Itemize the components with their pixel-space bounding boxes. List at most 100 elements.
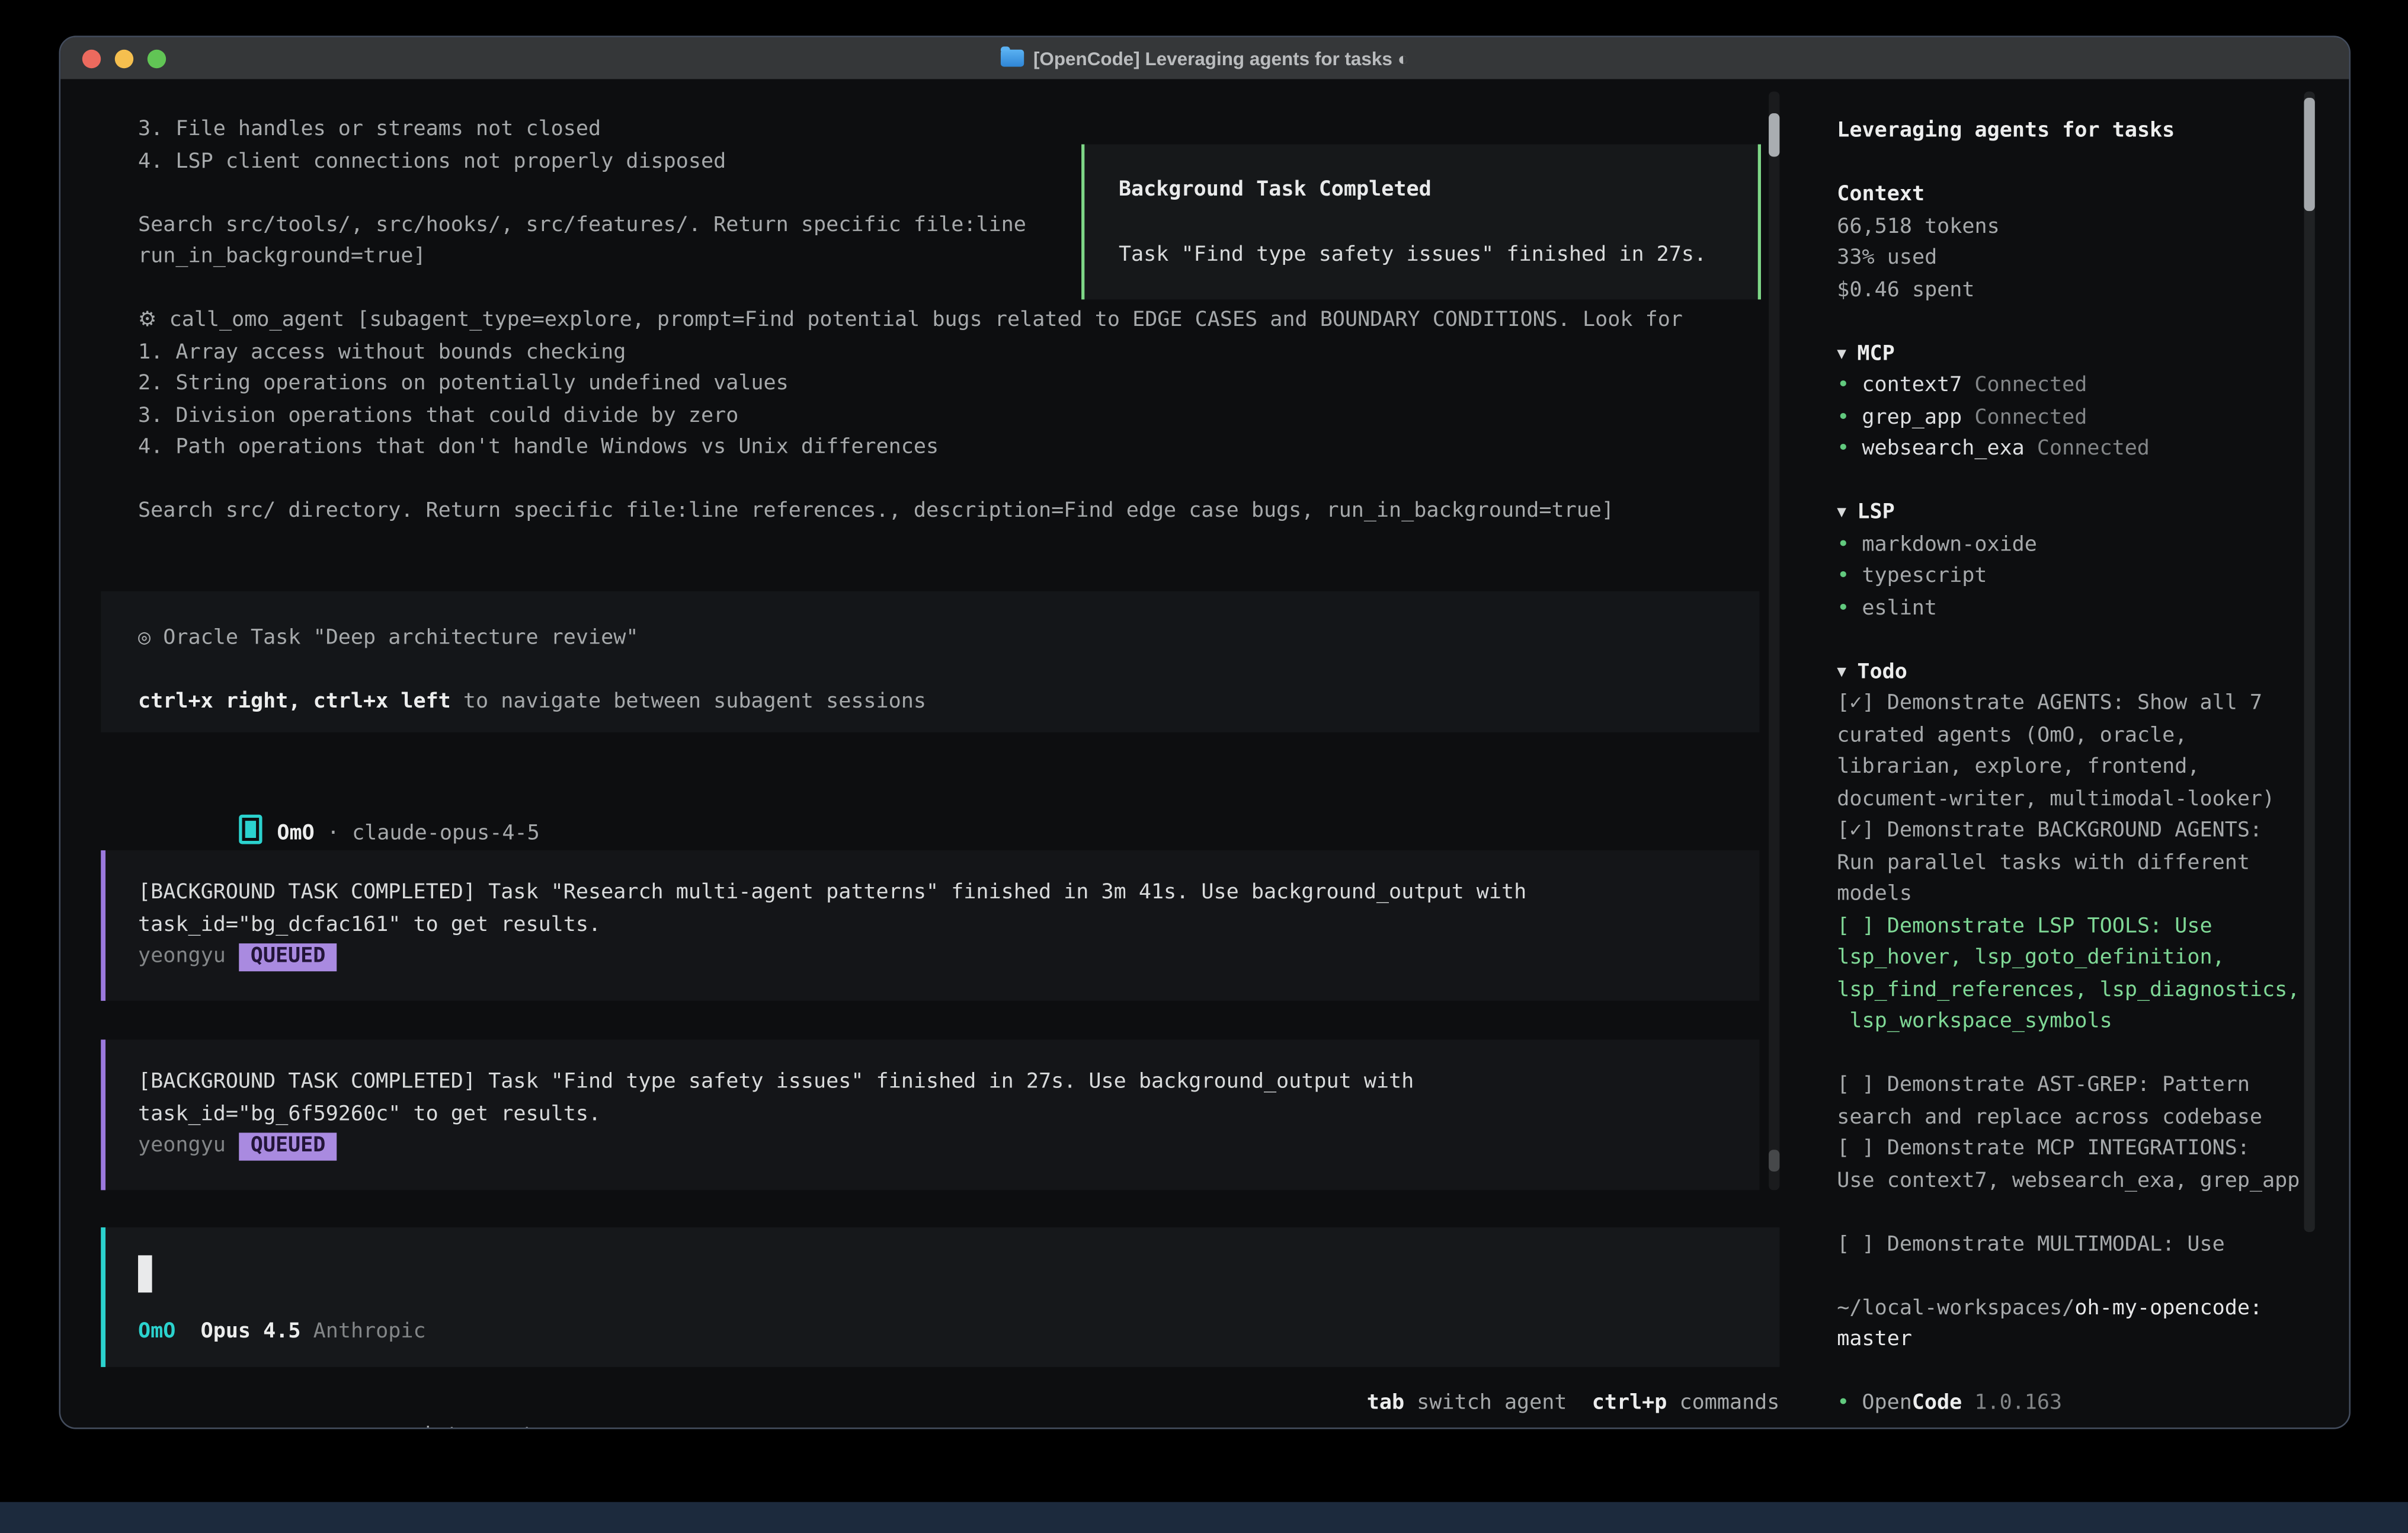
- context-section: Context 66,518 tokens 33% used $0.46 spe…: [1837, 180, 2339, 308]
- mcp-section: ▼MCP •context7 Connected •grep_app Conne…: [1837, 339, 2339, 466]
- chevron-down-icon: ▼: [1837, 504, 1846, 521]
- mcp-item: •context7 Connected: [1837, 371, 2339, 403]
- lsp-item: •markdown-oxide: [1837, 530, 2339, 562]
- esc-key-hint: esc: [347, 1425, 422, 1429]
- tab-key-hint: tab: [1367, 1392, 1417, 1415]
- folder-icon: [1001, 50, 1024, 67]
- traffic-lights: [82, 37, 166, 79]
- blank-line: [138, 465, 1683, 497]
- agent-name: OmO: [277, 821, 314, 844]
- background-task-toast: Background Task Completed Task "Find typ…: [1081, 145, 1761, 300]
- zoom-window-button[interactable]: [148, 49, 166, 67]
- lsp-item: •eslint: [1837, 594, 2339, 626]
- oracle-task-box: ◎ Oracle Task "Deep architecture review"…: [101, 591, 1759, 732]
- background-task-message: [BACKGROUND TASK COMPLETED] Task "Find t…: [101, 1039, 1759, 1190]
- task-message-line: task_id="bg_6f59260c" to get results.: [138, 1099, 1727, 1131]
- desktop: [OpenCode] Leveraging agents for tasks ◐…: [0, 0, 2408, 1533]
- toast-message: Task "Find type safety issues" finished …: [1119, 240, 1724, 272]
- tool-call-item: 1. Array access without bounds checking: [138, 338, 1683, 370]
- close-window-button[interactable]: [82, 49, 101, 67]
- window-titlebar[interactable]: [OpenCode] Leveraging agents for tasks ◐: [60, 37, 2349, 81]
- sidebar-scrollbar-track[interactable]: [2304, 91, 2314, 1232]
- todo-item-pending: [ ] Demonstrate MULTIMODAL: Use: [1837, 1230, 2339, 1262]
- context-tokens: 66,518 tokens: [1837, 212, 2339, 244]
- dot-icon: •: [1837, 406, 1849, 429]
- transcript-line: [138, 178, 1026, 210]
- dot-icon: •: [1837, 565, 1849, 588]
- transcript-line: 3. File handles or streams not closed: [138, 115, 1026, 147]
- record-icon: ◎: [138, 627, 150, 650]
- tool-call-block: ⚙ call_omo_agent [subagent_type=explore,…: [138, 306, 1683, 529]
- agent-model: claude-opus-4-5: [352, 821, 540, 844]
- main-scrollbar-end[interactable]: [1769, 1150, 1779, 1172]
- status-bar: ▪▪▪▪▪▪▪▪▪ esc interrupt tab switch agent…: [101, 1387, 1779, 1420]
- ctrlp-key-label: commands: [1680, 1392, 1780, 1415]
- lsp-item: •typescript: [1837, 562, 2339, 594]
- agent-icon: [238, 814, 261, 843]
- context-heading: Context: [1837, 180, 2339, 212]
- task-user: yeongyu: [138, 945, 226, 968]
- dot-icon: •: [1837, 597, 1849, 620]
- context-used: 33% used: [1837, 244, 2339, 276]
- version-line: • OpenCode 1.0.163: [1837, 1389, 2339, 1421]
- tab-key-label: switch agent: [1417, 1392, 1567, 1415]
- tool-call-item: 3. Division operations that could divide…: [138, 401, 1683, 433]
- task-message-line: task_id="bg_dcfac161" to get results.: [138, 910, 1727, 942]
- todo-heading[interactable]: ▼Todo: [1837, 657, 2339, 689]
- minimize-window-button[interactable]: [115, 49, 133, 67]
- mcp-item: •grep_app Connected: [1837, 403, 2339, 435]
- oracle-task-title: ◎ Oracle Task "Deep architecture review": [138, 624, 1722, 656]
- todo-item-active: [ ] Demonstrate LSP TOOLS: Use lsp_hover…: [1837, 911, 2339, 1039]
- main-scrollbar-thumb[interactable]: [1769, 113, 1779, 156]
- task-user: yeongyu: [138, 1134, 226, 1157]
- dot-icon: •: [1837, 374, 1849, 397]
- task-message-meta: yeongyu QUEUED: [138, 1131, 1727, 1163]
- chevron-down-icon: ▼: [1837, 663, 1846, 680]
- background-task-message: [BACKGROUND TASK COMPLETED] Task "Resear…: [101, 850, 1759, 1001]
- todo-item-done: [✓] Demonstrate BACKGROUND AGENTS: Run p…: [1837, 816, 2339, 911]
- dot-icon: •: [1837, 437, 1849, 460]
- status-dot-icon: •: [1837, 1392, 1849, 1415]
- todo-item-pending: [ ] Demonstrate MCP INTEGRATIONS: Use co…: [1837, 1134, 2339, 1198]
- text-cursor: [138, 1255, 152, 1292]
- sidebar-scrollbar-thumb[interactable]: [2304, 98, 2314, 211]
- task-message-meta: yeongyu QUEUED: [138, 942, 1727, 974]
- app-version: 1.0.163: [1962, 1392, 2062, 1415]
- transcript-pre-block: 3. File handles or streams not closed 4.…: [138, 115, 1026, 274]
- tool-call-item: 2. String operations on potentially unde…: [138, 369, 1683, 401]
- lsp-section: ▼LSP •markdown-oxide •typescript •eslint: [1837, 498, 2339, 626]
- status-badge: QUEUED: [239, 1133, 336, 1161]
- app-name-bold: Code: [1912, 1392, 1962, 1415]
- task-message-line: [BACKGROUND TASK COMPLETED] Task "Resear…: [138, 878, 1727, 910]
- path-prefix: ~/local-workspaces/: [1837, 1297, 2074, 1320]
- main-scrollbar-track[interactable]: [1769, 91, 1779, 1190]
- input-footer: OmO Opus 4.5 Anthropic: [138, 1317, 426, 1349]
- desktop-bottom-strip: [0, 1502, 2408, 1533]
- tool-call-item: 4. Path operations that don't handle Win…: [138, 433, 1683, 465]
- git-branch: master: [1837, 1325, 2339, 1357]
- workspace-path: ~/local-workspaces/oh-my-opencode: maste…: [1837, 1294, 2339, 1357]
- todo-item-done: [✓] Demonstrate AGENTS: Show all 7 curat…: [1837, 689, 2339, 817]
- provider-label: Anthropic: [313, 1320, 426, 1343]
- status-bar-right: tab switch agent ctrl+p commands: [1367, 1387, 1780, 1420]
- transcript-line: 4. LSP client connections not properly d…: [138, 146, 1026, 178]
- repo-name: oh-my-opencode:: [2074, 1297, 2262, 1320]
- model-label: Opus 4.5: [175, 1320, 313, 1343]
- window-title: [OpenCode] Leveraging agents for tasks ◐: [1033, 47, 1409, 69]
- terminal-window: [OpenCode] Leveraging agents for tasks ◐…: [59, 36, 2351, 1429]
- active-agent-label: OmO: [138, 1320, 175, 1343]
- transcript-line: Search src/tools/, src/hooks/, src/featu…: [138, 210, 1026, 242]
- agent-session-header: OmO · claude-opus-4-5: [138, 782, 540, 814]
- session-title: Leveraging agents for tasks: [1837, 116, 2339, 148]
- esc-key-label: interrupt: [421, 1425, 534, 1429]
- prompt-input[interactable]: OmO Opus 4.5 Anthropic: [101, 1227, 1779, 1367]
- oracle-task-hint: ctrl+x right, ctrl+x left to navigate be…: [138, 687, 1722, 719]
- context-spent: $0.46 spent: [1837, 276, 2339, 308]
- todo-section: ▼Todo [✓] Demonstrate AGENTS: Show all 7…: [1837, 657, 2339, 1262]
- terminal-content: 3. File handles or streams not closed 4.…: [60, 79, 2349, 1428]
- status-badge: QUEUED: [239, 943, 336, 971]
- app-name-light: Open: [1862, 1392, 1911, 1415]
- mcp-heading[interactable]: ▼MCP: [1837, 339, 2339, 371]
- chevron-down-icon: ▼: [1837, 345, 1846, 363]
- lsp-heading[interactable]: ▼LSP: [1837, 498, 2339, 530]
